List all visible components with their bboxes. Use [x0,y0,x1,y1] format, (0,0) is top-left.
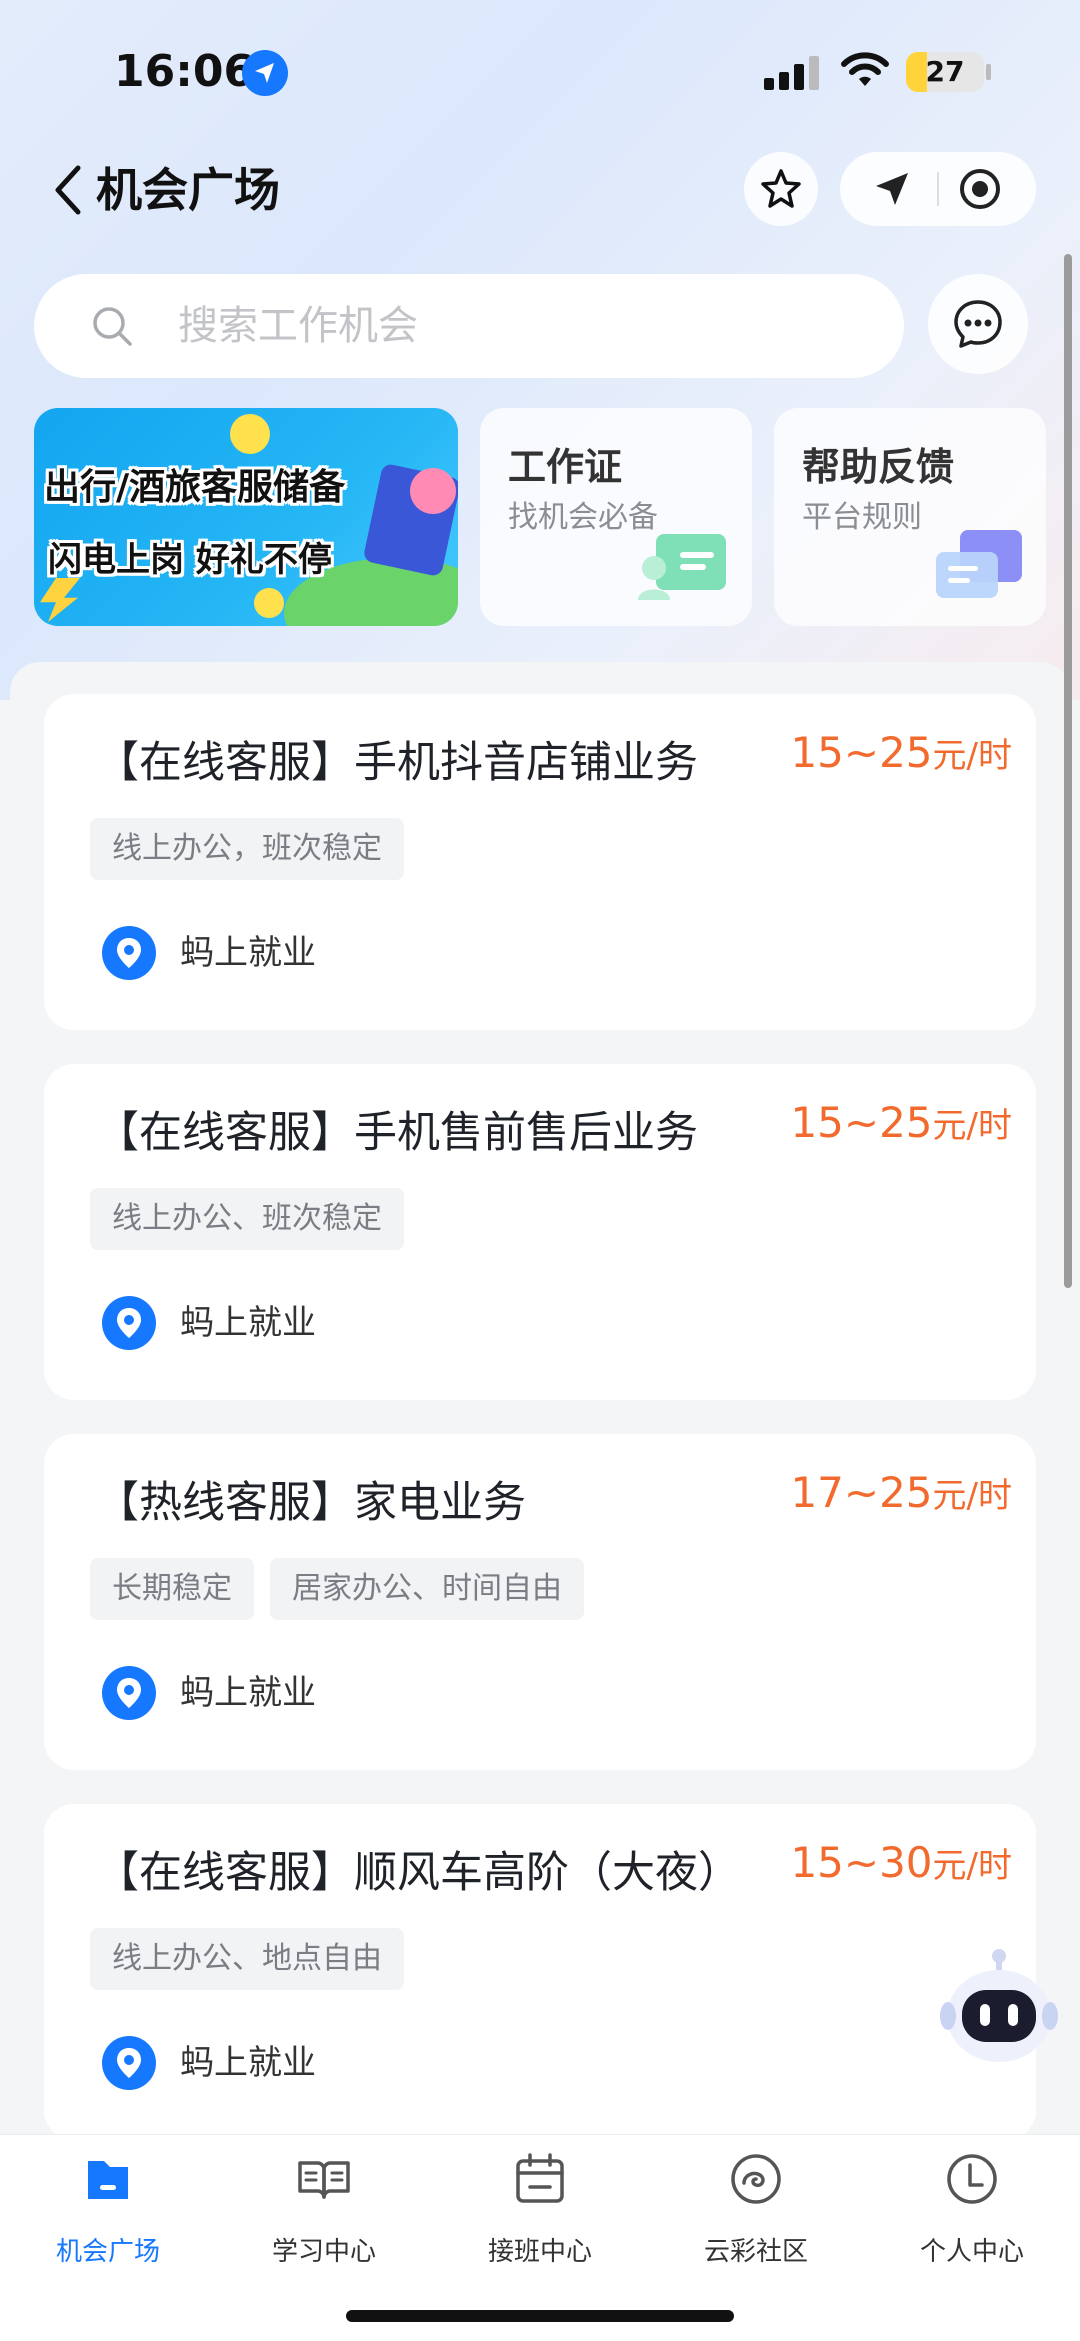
tab-opportunity-square[interactable]: 机会广场 [0,2135,216,2285]
job-title: 【在线客服】顺风车高阶（大夜） [96,1848,741,1898]
location-pin-icon [102,926,156,980]
flower-decoration [230,414,270,454]
tile-title: 工作证 [508,445,623,489]
tab-label: 接班中心 [487,2237,592,2267]
close-miniapp-icon[interactable] [958,167,1002,211]
price-unit: 元/时 [932,1106,1012,1146]
job-card[interactable]: 【在线客服】顺风车高阶（大夜） 15~30元/时 线上办公、地点自由 蚂上就业 [44,1804,1036,2140]
feedback-icon [936,530,1022,598]
wifi-icon [841,52,889,86]
price-unit: 元/时 [932,1846,1012,1886]
job-title: 【在线客服】手机抖音店铺业务 [96,738,698,788]
book-icon [298,2161,350,2199]
back-arrow-icon[interactable] [48,160,88,220]
job-title: 【在线客服】手机售前售后业务 [96,1108,698,1158]
star-icon [761,169,801,208]
scrollbar[interactable] [1064,254,1072,1288]
job-card[interactable]: 【热线客服】家电业务 17~25元/时 长期稳定 居家办公、时间自由 蚂上就业 [44,1434,1036,1770]
tab-label: 云彩社区 [703,2237,808,2267]
job-tag: 线上办公、地点自由 [90,1928,404,1990]
company-name: 蚂上就业 [180,2043,316,2083]
job-card[interactable]: 【在线客服】手机抖音店铺业务 15~25元/时 线上办公，班次稳定 蚂上就业 [44,694,1036,1030]
job-tag: 居家办公、时间自由 [270,1558,584,1620]
tab-community[interactable]: 云彩社区 [648,2135,864,2285]
location-pin-icon [102,1666,156,1720]
favorite-button[interactable] [744,152,818,226]
calendar-icon [516,2153,564,2203]
robot-assistant-icon[interactable] [940,1946,1058,2066]
tab-shift-center[interactable]: 接班中心 [432,2135,648,2285]
location-pin-icon [102,2036,156,2090]
job-tags: 线上办公、地点自由 [90,1928,404,1990]
cellular-signal-icon [764,56,822,90]
cloud-icon [731,2154,781,2204]
chat-bubble-icon [954,300,1002,348]
banner-line2: 闪电上岗 好礼不停 [48,540,332,580]
job-title: 【热线客服】家电业务 [96,1478,526,1528]
location-arrow-icon [242,50,288,96]
price-value: 15~25 [790,1098,933,1147]
search-icon [93,307,132,346]
job-tag: 线上办公，班次稳定 [90,818,404,880]
price-value: 15~25 [790,728,933,777]
message-button[interactable] [928,274,1028,374]
help-feedback-tile[interactable]: 帮助反馈 平台规则 [774,408,1046,626]
person-decoration [410,468,456,514]
banner-line1: 出行/酒旅客服储备 [44,467,346,508]
job-price: 15~30元/时 [790,1838,1012,1887]
price-unit: 元/时 [932,1476,1012,1516]
id-card-icon [638,534,726,600]
company-name: 蚂上就业 [180,933,316,973]
tab-label: 学习中心 [271,2237,376,2267]
tile-title: 帮助反馈 [802,445,955,489]
tab-learning-center[interactable]: 学习中心 [216,2135,432,2285]
job-card[interactable]: 【在线客服】手机售前售后业务 15~25元/时 线上办公、班次稳定 蚂上就业 [44,1064,1036,1400]
search-input[interactable] [178,294,858,358]
company-name: 蚂上就业 [180,1303,316,1343]
tab-label: 个人中心 [919,2237,1024,2267]
page-title: 机会广场 [96,163,280,217]
tab-personal-center[interactable]: 个人中心 [864,2135,1080,2285]
job-tag: 线上办公、班次稳定 [90,1188,404,1250]
price-value: 17~25 [790,1468,933,1517]
battery-tip [986,64,991,80]
work-badge-tile[interactable]: 工作证 找机会必备 [480,408,752,626]
company-name: 蚂上就业 [180,1673,316,1713]
location-pin-icon [102,1296,156,1350]
miniapp-capsule [840,152,1036,226]
tile-subtitle: 平台规则 [802,500,922,535]
promo-banner[interactable]: 出行/酒旅客服储备 闪电上岗 好礼不停 [34,408,458,626]
price-value: 15~30 [790,1838,933,1887]
lightning-icon [40,578,80,622]
job-tags: 线上办公，班次稳定 [90,818,404,880]
tab-label: 机会广场 [55,2237,160,2267]
job-price: 15~25元/时 [790,1098,1012,1147]
navigation-arrow-icon[interactable] [872,169,912,209]
job-price: 17~25元/时 [790,1468,1012,1517]
job-price: 15~25元/时 [790,728,1012,777]
job-tag: 长期稳定 [90,1558,254,1620]
status-time: 16:06 [114,46,255,97]
price-unit: 元/时 [932,736,1012,776]
flower-decoration [254,588,284,618]
battery-level: 27 [925,55,965,88]
search-bar [34,274,904,378]
job-tags: 线上办公、班次稳定 [90,1188,404,1250]
status-bar: 16:06 27 [0,0,1080,140]
folder-icon [88,2161,128,2199]
home-indicator[interactable] [346,2310,734,2322]
job-tags: 长期稳定 居家办公、时间自由 [90,1558,584,1620]
capsule-divider [937,172,939,206]
profile-icon [947,2154,997,2204]
battery-icon: 27 [906,52,984,92]
